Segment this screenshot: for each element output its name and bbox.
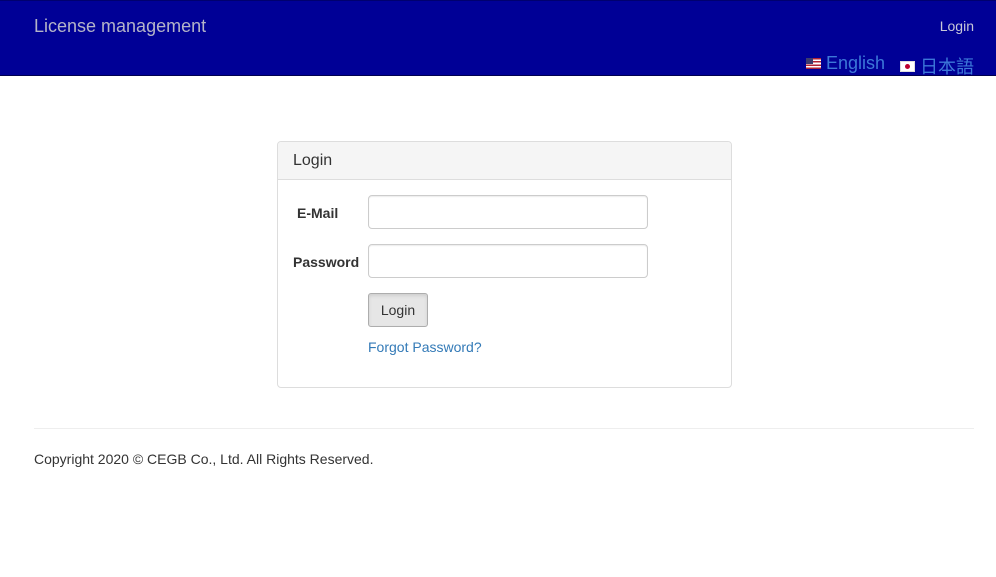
language-english-link[interactable]: English xyxy=(806,53,885,74)
email-label: E-Mail xyxy=(297,205,339,221)
language-english-label: English xyxy=(826,53,886,73)
top-navbar: License management Login English 日本語 xyxy=(0,0,996,79)
login-panel: Login E-Mail Password Login Forgot Passw… xyxy=(277,141,732,388)
login-panel-heading: Login xyxy=(278,142,731,180)
us-flag-icon xyxy=(806,58,821,69)
language-japanese-label: 日本語 xyxy=(920,57,974,77)
copyright-text: Copyright 2020 © CEGB Co., Ltd. All Righ… xyxy=(34,451,374,467)
login-button[interactable]: Login xyxy=(368,293,428,327)
brand-link[interactable]: License management xyxy=(34,16,206,37)
password-field[interactable] xyxy=(368,244,648,278)
email-field[interactable] xyxy=(368,195,648,229)
password-label: Password xyxy=(293,254,360,270)
nav-login-link[interactable]: Login xyxy=(940,18,974,34)
footer-divider xyxy=(34,428,974,429)
jp-flag-icon xyxy=(900,60,915,72)
language-japanese-link[interactable]: 日本語 xyxy=(900,53,974,79)
forgot-password-link[interactable]: Forgot Password? xyxy=(368,339,482,355)
